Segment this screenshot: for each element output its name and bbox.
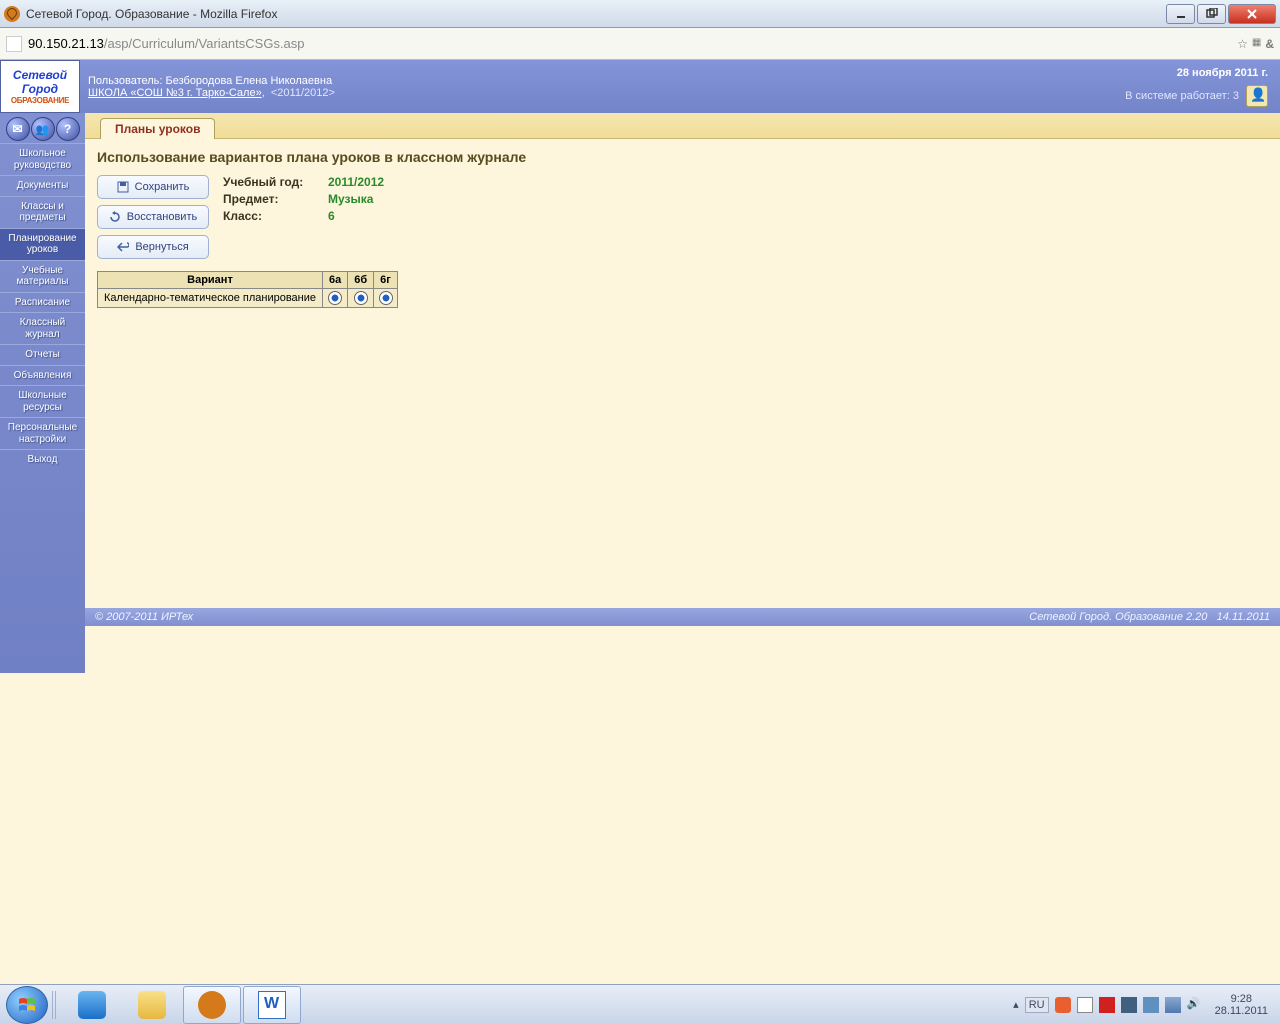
tray-volume-icon[interactable]: 🔊: [1187, 997, 1203, 1013]
footer-date: 14.11.2011: [1217, 611, 1270, 623]
help-icon[interactable]: ?: [56, 117, 80, 141]
class-label: Класс:: [223, 209, 328, 223]
radio-6g[interactable]: [379, 291, 393, 305]
school-link[interactable]: ШКОЛА «СОШ №3 г. Тарко-Сале»: [88, 87, 262, 99]
taskbar-separator: [52, 991, 58, 1019]
back-button[interactable]: Вернуться: [97, 235, 209, 259]
subject-label: Предмет:: [223, 192, 328, 206]
year-label: Учебный год:: [223, 175, 328, 189]
tray-java-icon[interactable]: [1055, 997, 1071, 1013]
sidebar-item-10[interactable]: Персональные настройки: [0, 417, 85, 449]
tray-action-center-icon[interactable]: [1077, 997, 1093, 1013]
sidebar-item-9[interactable]: Школьные ресурсы: [0, 385, 85, 417]
footer-copyright: © 2007-2011 ИРТех: [95, 611, 193, 623]
users-round-icon[interactable]: 👥: [31, 117, 55, 141]
mail-icon[interactable]: ✉: [6, 117, 30, 141]
tray-app1-icon[interactable]: [1121, 997, 1137, 1013]
variant-name: Календарно-тематическое планирование: [98, 289, 323, 308]
feed-icon[interactable]: ▦: [1252, 37, 1261, 51]
refresh-icon: [109, 211, 121, 223]
school-label: ШКОЛА «СОШ №3 г. Тарко-Сале», <2011/2012…: [88, 87, 1125, 99]
firefox-icon: [4, 6, 20, 22]
url-host: 90.150.21.13: [28, 36, 104, 51]
year-value: 2011/2012: [328, 175, 384, 189]
col-variant: Вариант: [98, 272, 323, 289]
sidebar-item-11[interactable]: Выход: [0, 449, 85, 470]
task-ie[interactable]: [63, 986, 121, 1024]
radio-6b[interactable]: [354, 291, 368, 305]
ampersand-icon[interactable]: &: [1265, 37, 1274, 51]
task-firefox[interactable]: [183, 986, 241, 1024]
class-value: 6: [328, 209, 335, 223]
info-panel: Учебный год:2011/2012 Предмет:Музыка Кла…: [223, 175, 384, 226]
tray-show-hidden-icon[interactable]: ▴: [1013, 998, 1019, 1011]
sidebar-item-8[interactable]: Объявления: [0, 365, 85, 386]
radio-6a[interactable]: [328, 291, 342, 305]
app-header: Сетевой Город ОБРАЗОВАНИЕ Пользователь: …: [0, 60, 1280, 113]
footer-product: Сетевой Город. Образование 2.20: [1029, 611, 1207, 623]
sidebar-item-7[interactable]: Отчеты: [0, 344, 85, 365]
subject-value: Музыка: [328, 192, 373, 206]
task-word[interactable]: [243, 986, 301, 1024]
maximize-button[interactable]: [1197, 4, 1226, 24]
tray-app2-icon[interactable]: [1143, 997, 1159, 1013]
tray-antivirus-icon[interactable]: [1099, 997, 1115, 1013]
sidebar-item-6[interactable]: Классный журнал: [0, 312, 85, 344]
start-button[interactable]: [6, 986, 48, 1024]
bookmark-star-icon[interactable]: ☆: [1237, 37, 1248, 51]
system-tray: ▴ RU 🔊 9:28 28.11.2011: [1013, 993, 1274, 1017]
sidebar-item-2[interactable]: Классы и предметы: [0, 196, 85, 228]
col-6b: 6б: [348, 272, 374, 289]
header-date: 28 ноября 2011 г.: [1125, 67, 1268, 79]
language-indicator[interactable]: RU: [1025, 997, 1049, 1013]
url-bar[interactable]: 90.150.21.13/asp/Curriculum/VariantsCSGs…: [0, 28, 1280, 60]
tab-lesson-plans[interactable]: Планы уроков: [100, 118, 215, 139]
url-text: 90.150.21.13/asp/Curriculum/VariantsCSGs…: [28, 36, 1231, 51]
sidebar-item-0[interactable]: Школьное руководство: [0, 143, 85, 175]
url-path: /asp/Curriculum/VariantsCSGs.asp: [104, 36, 305, 51]
save-icon: [117, 181, 129, 193]
window-titlebar: Сетевой Город. Образование - Mozilla Fir…: [0, 0, 1280, 28]
variant-table: Вариант 6а 6б 6г Календарно-тематическое…: [97, 271, 398, 308]
content-area: Использование вариантов плана уроков в к…: [85, 139, 1280, 318]
tray-network-icon[interactable]: [1165, 997, 1181, 1013]
close-button[interactable]: [1228, 4, 1276, 24]
tray-clock[interactable]: 9:28 28.11.2011: [1209, 993, 1274, 1017]
back-arrow-icon: [117, 241, 129, 253]
app-footer: © 2007-2011 ИРТех Сетевой Город. Образов…: [85, 608, 1280, 626]
sidebar: ✉ 👥 ? Школьное руководствоДокументыКласс…: [0, 113, 85, 673]
sidebar-item-4[interactable]: Учебные материалы: [0, 260, 85, 292]
online-users: В системе работает: 3: [1125, 85, 1268, 107]
app-logo: Сетевой Город ОБРАЗОВАНИЕ: [0, 60, 80, 113]
col-6a: 6а: [323, 272, 348, 289]
sidebar-item-5[interactable]: Расписание: [0, 292, 85, 313]
user-label: Пользователь: Безбородова Елена Николаев…: [88, 75, 1125, 87]
sidebar-item-3[interactable]: Планирование уроков: [0, 228, 85, 260]
table-row: Календарно-тематическое планирование: [98, 289, 398, 308]
users-icon[interactable]: [1246, 85, 1268, 107]
save-button[interactable]: Сохранить: [97, 175, 209, 199]
tab-row: Планы уроков: [0, 113, 1280, 139]
task-explorer[interactable]: [123, 986, 181, 1024]
window-title: Сетевой Город. Образование - Mozilla Fir…: [26, 7, 1166, 21]
sidebar-item-1[interactable]: Документы: [0, 175, 85, 196]
page-title: Использование вариантов плана уроков в к…: [97, 149, 1268, 165]
restore-button[interactable]: Восстановить: [97, 205, 209, 229]
minimize-button[interactable]: [1166, 4, 1195, 24]
taskbar: ▴ RU 🔊 9:28 28.11.2011: [0, 984, 1280, 1024]
col-6g: 6г: [374, 272, 398, 289]
favicon-icon: [6, 36, 22, 52]
